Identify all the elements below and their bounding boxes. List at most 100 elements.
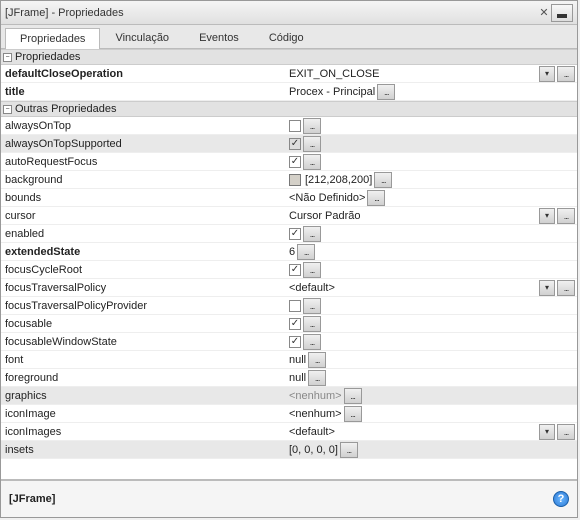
- more-button[interactable]: ...: [297, 244, 315, 260]
- property-value[interactable]: Cursor Padrão ▾...: [285, 207, 577, 224]
- more-button[interactable]: ...: [367, 190, 385, 206]
- more-button[interactable]: ...: [557, 280, 575, 296]
- checkbox[interactable]: [289, 300, 301, 312]
- value-text: EXIT_ON_CLOSE: [289, 68, 379, 80]
- value-text: null: [289, 372, 306, 384]
- more-button[interactable]: ...: [303, 226, 321, 242]
- more-button[interactable]: ...: [308, 352, 326, 368]
- help-icon[interactable]: ?: [553, 491, 569, 507]
- property-value[interactable]: <default>▾...: [285, 279, 577, 296]
- minimize-button[interactable]: [551, 4, 573, 22]
- property-row: foregroundnull...: [1, 369, 577, 387]
- group-header[interactable]: −Propriedades: [1, 49, 577, 65]
- properties-content[interactable]: −PropriedadesdefaultCloseOperationEXIT_O…: [1, 49, 577, 479]
- property-value[interactable]: ...: [285, 135, 577, 152]
- more-button[interactable]: ...: [557, 66, 575, 82]
- more-button[interactable]: ...: [303, 154, 321, 170]
- property-row: graphics<nenhum>...: [1, 387, 577, 405]
- more-button[interactable]: ...: [303, 118, 321, 134]
- property-row: background[212,208,200]...: [1, 171, 577, 189]
- property-row: focusTraversalPolicy<default>▾...: [1, 279, 577, 297]
- checkbox[interactable]: [289, 228, 301, 240]
- collapse-toggle-icon[interactable]: −: [3, 105, 12, 114]
- property-name: iconImages: [1, 426, 285, 438]
- more-button[interactable]: ...: [308, 370, 326, 386]
- checkbox[interactable]: [289, 120, 301, 132]
- more-button[interactable]: ...: [377, 84, 395, 100]
- property-value[interactable]: null...: [285, 369, 577, 386]
- tab-vinculação[interactable]: Vinculação: [100, 27, 184, 48]
- tab-código[interactable]: Código: [254, 27, 319, 48]
- property-value[interactable]: [212,208,200]...: [285, 171, 577, 188]
- property-row: alwaysOnTop...: [1, 117, 577, 135]
- tab-propriedades[interactable]: Propriedades: [5, 28, 100, 49]
- property-row: iconImage<nenhum>...: [1, 405, 577, 423]
- more-button[interactable]: ...: [303, 316, 321, 332]
- checkbox[interactable]: [289, 264, 301, 276]
- property-row: iconImages <default> ▾...: [1, 423, 577, 441]
- property-value[interactable]: <nenhum>...: [285, 405, 577, 422]
- tab-close-icon[interactable]: ✕: [537, 6, 551, 20]
- tab-bar: PropriedadesVinculaçãoEventosCódigo: [1, 25, 577, 49]
- dropdown-button[interactable]: ▾: [539, 66, 555, 82]
- more-button[interactable]: ...: [344, 406, 362, 422]
- property-row: cursorCursor Padrão▾...: [1, 207, 577, 225]
- property-row: extendedState6...: [1, 243, 577, 261]
- property-value[interactable]: ...: [285, 315, 577, 332]
- value-text: [0, 0, 0, 0]: [289, 444, 338, 456]
- value-text: <default>: [289, 426, 335, 438]
- value-text: Cursor Padrão: [289, 210, 361, 222]
- property-value[interactable]: ...: [285, 117, 577, 134]
- property-name: background: [1, 174, 285, 186]
- property-name: focusableWindowState: [1, 336, 285, 348]
- value-text: null: [289, 354, 306, 366]
- property-value[interactable]: null...: [285, 351, 577, 368]
- checkbox: [289, 138, 301, 150]
- more-button[interactable]: ...: [303, 334, 321, 350]
- tab-eventos[interactable]: Eventos: [184, 27, 254, 48]
- more-button[interactable]: ...: [344, 388, 362, 404]
- group-header[interactable]: −Outras Propriedades: [1, 101, 577, 117]
- checkbox[interactable]: [289, 336, 301, 348]
- titlebar: [JFrame] - Propriedades ✕: [1, 1, 577, 25]
- dropdown-button[interactable]: ▾: [539, 280, 555, 296]
- property-name: focusable: [1, 318, 285, 330]
- checkbox[interactable]: [289, 318, 301, 330]
- property-name: autoRequestFocus: [1, 156, 285, 168]
- property-value[interactable]: Procex - Principal...: [285, 83, 577, 100]
- property-row: focusable...: [1, 315, 577, 333]
- group-title: Outras Propriedades: [15, 103, 117, 115]
- checkbox[interactable]: [289, 156, 301, 168]
- property-name: enabled: [1, 228, 285, 240]
- more-button[interactable]: ...: [374, 172, 392, 188]
- dropdown-button[interactable]: ▾: [539, 424, 555, 440]
- property-name: defaultCloseOperation: [1, 68, 285, 80]
- property-value[interactable]: EXIT_ON_CLOSE ▾...: [285, 65, 577, 82]
- more-button[interactable]: ...: [340, 442, 358, 458]
- more-button[interactable]: ...: [303, 262, 321, 278]
- property-value[interactable]: 6...: [285, 243, 577, 260]
- property-value[interactable]: [0, 0, 0, 0]...: [285, 441, 577, 458]
- property-name: bounds: [1, 192, 285, 204]
- property-value[interactable]: ...: [285, 333, 577, 350]
- properties-window: [JFrame] - Propriedades ✕ PropriedadesVi…: [0, 0, 578, 518]
- more-button[interactable]: ...: [303, 298, 321, 314]
- dropdown-button[interactable]: ▾: [539, 208, 555, 224]
- property-name: alwaysOnTop: [1, 120, 285, 132]
- more-button[interactable]: ...: [557, 208, 575, 224]
- property-value[interactable]: ...: [285, 261, 577, 278]
- property-name: iconImage: [1, 408, 285, 420]
- more-button[interactable]: ...: [303, 136, 321, 152]
- property-row: titleProcex - Principal...: [1, 83, 577, 101]
- property-name: focusTraversalPolicy: [1, 282, 285, 294]
- property-value[interactable]: ...: [285, 297, 577, 314]
- property-value[interactable]: <default> ▾...: [285, 423, 577, 440]
- property-value[interactable]: <Não Definido>...: [285, 189, 577, 206]
- more-button[interactable]: ...: [557, 424, 575, 440]
- group-title: Propriedades: [15, 51, 80, 63]
- property-value[interactable]: ...: [285, 153, 577, 170]
- property-row: alwaysOnTopSupported...: [1, 135, 577, 153]
- property-value[interactable]: ...: [285, 225, 577, 242]
- collapse-toggle-icon[interactable]: −: [3, 53, 12, 62]
- property-value[interactable]: <nenhum>...: [285, 387, 577, 404]
